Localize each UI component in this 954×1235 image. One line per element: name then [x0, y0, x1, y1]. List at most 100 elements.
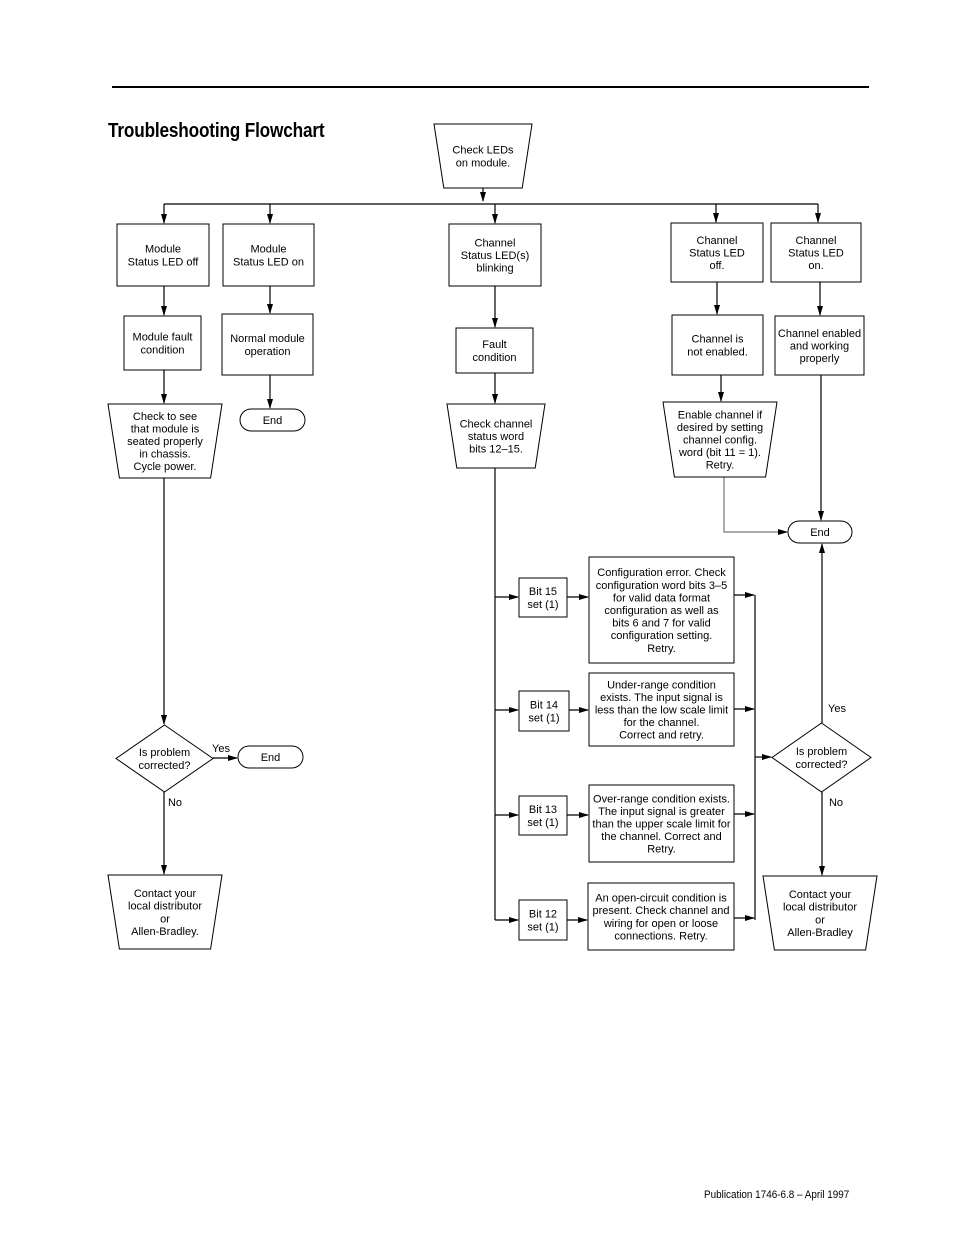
node-label-line: seated properly	[127, 436, 203, 448]
node-bit15: Bit 15 set (1)	[518, 577, 568, 618]
node-label-line: Bit 14	[530, 700, 558, 712]
node-label-line: condition	[140, 344, 184, 356]
node-label-line: not enabled.	[687, 346, 748, 358]
node-label: Is problem corrected?	[796, 746, 848, 771]
node-label-line: Status LED on	[233, 256, 304, 268]
publication-footer: Publication 1746-6.8 – April 1997	[704, 1189, 850, 1201]
node-label: Bit 13 set (1)	[527, 804, 558, 829]
node-label-line: Status LED(s)	[461, 250, 529, 262]
node-label-line: the channel. Correct and	[601, 831, 721, 843]
node-label-line: Channel enabled	[778, 328, 861, 340]
node-contact-left: Contact your local distributor or Allen-Bra…	[107, 874, 223, 950]
node-label-line: set (1)	[528, 712, 559, 724]
node-end-left: End	[237, 745, 304, 769]
node-channel-not-enabled: Channel is not enabled.	[671, 314, 764, 376]
node-label-line: blinking	[476, 263, 513, 275]
troubleshooting-flowchart: YesNoYesNo Check LEDs on module.Module Sta…	[107, 123, 878, 951]
node-bit14: Bit 14 set (1)	[518, 690, 570, 732]
node-label-line: Module	[250, 244, 286, 256]
node-label-line: desired by setting	[677, 422, 763, 434]
node-label-line: Channel is	[692, 334, 744, 346]
node-label-line: Check LEDs	[452, 145, 514, 157]
node-label-line: Check channel	[460, 418, 533, 430]
node-label-line: on module.	[456, 157, 510, 169]
node-label-line: configuration setting.	[611, 630, 713, 642]
node-label-line: Correct and retry.	[619, 730, 704, 742]
node-label-line: for the channel.	[624, 717, 700, 729]
node-label-line: that module is	[131, 423, 200, 435]
node-label-line: corrected?	[796, 759, 848, 771]
node-normal-operation: Normal module operation	[221, 313, 314, 376]
node-label-line: wiring for open or loose	[603, 918, 718, 930]
node-label-line: bits 6 and 7 for valid	[612, 618, 710, 630]
node-label: Configuration error. Check configuration …	[596, 567, 727, 655]
node-label-line: or	[815, 914, 825, 926]
node-label-line: present. Check channel and	[593, 905, 730, 917]
node-label-line: Is problem	[796, 746, 847, 758]
node-label: Check channel status word bits 12–15.	[460, 418, 533, 455]
node-label-line: word (bit 11 = 1).	[678, 447, 761, 459]
node-label-line: Module fault	[133, 332, 193, 344]
node-label-line: The input signal is greater	[598, 806, 725, 818]
node-label-line: condition	[472, 352, 516, 364]
node-decision-right: Is problem corrected?	[771, 722, 872, 793]
node-label-line: Module	[145, 244, 181, 256]
node-label-line: bits 12–15.	[469, 444, 523, 456]
node-label: Bit 14 set (1)	[528, 700, 559, 725]
node-label-line: set (1)	[527, 599, 558, 611]
node-label-line: Bit 12	[529, 909, 557, 921]
node-check-seated: Check to see that module is seated properl…	[107, 403, 223, 479]
node-bit12: Bit 12 set (1)	[518, 899, 568, 941]
node-over-range: Over-range condition exists. The input si…	[588, 784, 735, 863]
node-under-range: Under-range condition exists. The input s…	[588, 672, 735, 747]
node-label-line: Status LED	[788, 248, 844, 260]
node-label-line: properly	[800, 353, 840, 365]
node-contact-right: Contact your local distributor or Allen-Bra…	[762, 875, 878, 951]
edge-label-yes: Yes	[828, 703, 846, 715]
node-label-line: Enable channel if	[678, 409, 763, 421]
node-module-fault: Module fault condition	[123, 315, 202, 371]
node-open-circuit: An open-circuit condition is present. Che…	[587, 882, 735, 951]
node-config-error: Configuration error. Check configuration …	[588, 556, 735, 664]
node-label-line: local distributor	[783, 902, 857, 914]
node-check-leds: Check LEDs on module.	[433, 123, 533, 189]
node-bit13: Bit 13 set (1)	[518, 795, 568, 836]
node-label-line: corrected?	[139, 760, 191, 772]
node-label-line: Status LED	[689, 248, 745, 260]
node-label-line: configuration as well as	[604, 605, 719, 617]
node-label: Bit 12 set (1)	[527, 909, 558, 934]
node-label-line: Contact your	[789, 889, 852, 901]
node-label-line: Configuration error. Check	[597, 567, 726, 579]
node-label-line: and working	[790, 341, 849, 353]
node-channel-led-on: Channel Status LED on.	[770, 222, 862, 283]
edge-label-yes: Yes	[212, 743, 230, 755]
node-label-line: Contact your	[134, 888, 197, 900]
node-label: Channel is not enabled.	[687, 334, 748, 359]
edge-decision-left-to-contact-left: No	[161, 792, 182, 875]
node-label-line: End	[810, 527, 830, 539]
node-label-line: configuration word bits 3–5	[596, 580, 727, 592]
node-label-line: Under-range condition	[607, 679, 716, 691]
node-label-line: Status LED off	[128, 256, 200, 268]
node-channel-led-off: Channel Status LED off.	[670, 222, 764, 283]
node-module-led-off: Module Status LED off	[116, 223, 210, 287]
node-label-line: Cycle power.	[134, 461, 197, 473]
node-end-normal: End	[239, 408, 306, 432]
node-end-right: End	[787, 520, 853, 544]
node-label: Is problem corrected?	[139, 747, 191, 772]
edge-label-no: No	[168, 797, 182, 809]
node-label: Module fault condition	[133, 332, 193, 357]
node-label-line: Normal module	[230, 333, 305, 345]
node-label-line: An open-circuit condition is	[595, 893, 727, 905]
node-label-line: Retry.	[647, 643, 676, 655]
node-label-line: Bit 13	[529, 804, 557, 816]
node-decision-left: Is problem corrected?	[115, 724, 214, 793]
node-label-line: in chassis.	[139, 449, 190, 461]
node-label-line: off.	[709, 260, 724, 272]
node-label-line: on.	[808, 260, 823, 272]
node-label-line: End	[261, 752, 281, 764]
node-channel-working: Channel enabled and working properly	[774, 315, 865, 376]
node-label-line: channel config.	[683, 435, 757, 447]
node-label-line: less than the low scale limit	[595, 705, 728, 717]
edge-decision-right-to-contact-right: No	[819, 792, 843, 876]
